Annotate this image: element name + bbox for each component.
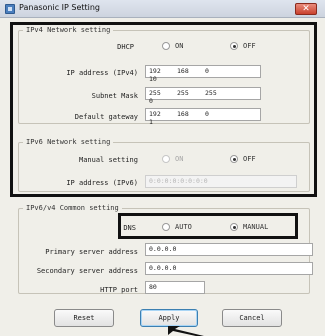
window-title: Panasonic IP Setting	[19, 3, 101, 12]
common-section-title: IPv6/v4 Common setting	[23, 204, 122, 212]
default-gateway-octet-3: 0	[205, 110, 209, 118]
subnet-mask-octet-2: 255	[177, 89, 189, 97]
dns-auto-label: AUTO	[175, 223, 192, 231]
cancel-button[interactable]: Cancel	[222, 309, 282, 327]
primary-server-input[interactable]: 0.0.0.0	[145, 243, 313, 256]
manual-setting-label: Manual setting	[78, 156, 138, 164]
dns-manual-label: MANUAL	[243, 223, 269, 231]
app-icon	[5, 4, 15, 14]
subnet-mask-octet-4: 0	[149, 97, 153, 105]
dns-auto-radio[interactable]: AUTO	[162, 223, 192, 231]
ipv4-address-input[interactable]: 192 168 0 10	[145, 65, 261, 83]
secondary-server-label: Secondary server address	[36, 267, 138, 275]
http-port-label: HTTP port	[100, 286, 138, 294]
ipv4-address-octet-3: 0	[205, 67, 209, 75]
close-button[interactable]: ✕	[295, 3, 317, 15]
ipv4-address-octet-1: 192	[149, 67, 161, 75]
dns-auto-radio-dot	[162, 223, 170, 231]
dns-manual-radio-dot	[230, 223, 238, 231]
reset-button[interactable]: Reset	[54, 309, 114, 327]
default-gateway-label: Default gateway	[74, 113, 138, 121]
manual-off-radio[interactable]: OFF	[230, 155, 256, 163]
manual-off-radio-dot	[230, 155, 238, 163]
ipv6-address-input[interactable]: 0:0:0:0:0:0:0:0	[145, 175, 297, 188]
dns-manual-radio[interactable]: MANUAL	[230, 223, 268, 231]
subnet-mask-label: Subnet Mask	[91, 92, 138, 100]
subnet-mask-octet-3: 255	[205, 89, 217, 97]
default-gateway-octet-4: 1	[149, 118, 153, 126]
ipv4-address-label: IP address (IPv4)	[66, 69, 138, 77]
dns-label: DNS	[123, 224, 136, 232]
ipv4-section-title: IPv4 Network setting	[23, 26, 114, 34]
dhcp-on-label: ON	[175, 42, 184, 50]
default-gateway-octet-2: 168	[177, 110, 189, 118]
subnet-mask-input[interactable]: 255 255 2550	[145, 87, 261, 105]
primary-server-label: Primary server address	[45, 248, 138, 256]
ipv6-address-label: IP address (IPv6)	[66, 179, 138, 187]
dhcp-off-radio[interactable]: OFF	[230, 42, 256, 50]
ipv4-address-octet-4: 10	[149, 75, 157, 83]
http-port-input[interactable]: 80	[145, 281, 205, 294]
default-gateway-input[interactable]: 192 168 0 1	[145, 108, 261, 126]
highlight-box-dns	[118, 213, 298, 239]
manual-off-label: OFF	[243, 155, 256, 163]
dhcp-off-radio-dot	[230, 42, 238, 50]
manual-on-radio[interactable]: ON	[162, 155, 183, 163]
default-gateway-octet-1: 192	[149, 110, 161, 118]
dhcp-off-label: OFF	[243, 42, 256, 50]
manual-on-radio-dot	[162, 155, 170, 163]
manual-on-label: ON	[175, 155, 184, 163]
ipv6-section-title: IPv6 Network setting	[23, 138, 114, 146]
dhcp-on-radio-dot	[162, 42, 170, 50]
apply-button[interactable]: Apply	[140, 309, 198, 327]
pointer-arrow-icon	[168, 326, 204, 336]
subnet-mask-octet-1: 255	[149, 89, 161, 97]
ipv4-address-octet-2: 168	[177, 67, 189, 75]
title-bar: Panasonic IP Setting ✕	[0, 0, 325, 18]
dhcp-on-radio[interactable]: ON	[162, 42, 183, 50]
dhcp-label: DHCP	[117, 43, 134, 51]
secondary-server-input[interactable]: 0.0.0.0	[145, 262, 313, 275]
